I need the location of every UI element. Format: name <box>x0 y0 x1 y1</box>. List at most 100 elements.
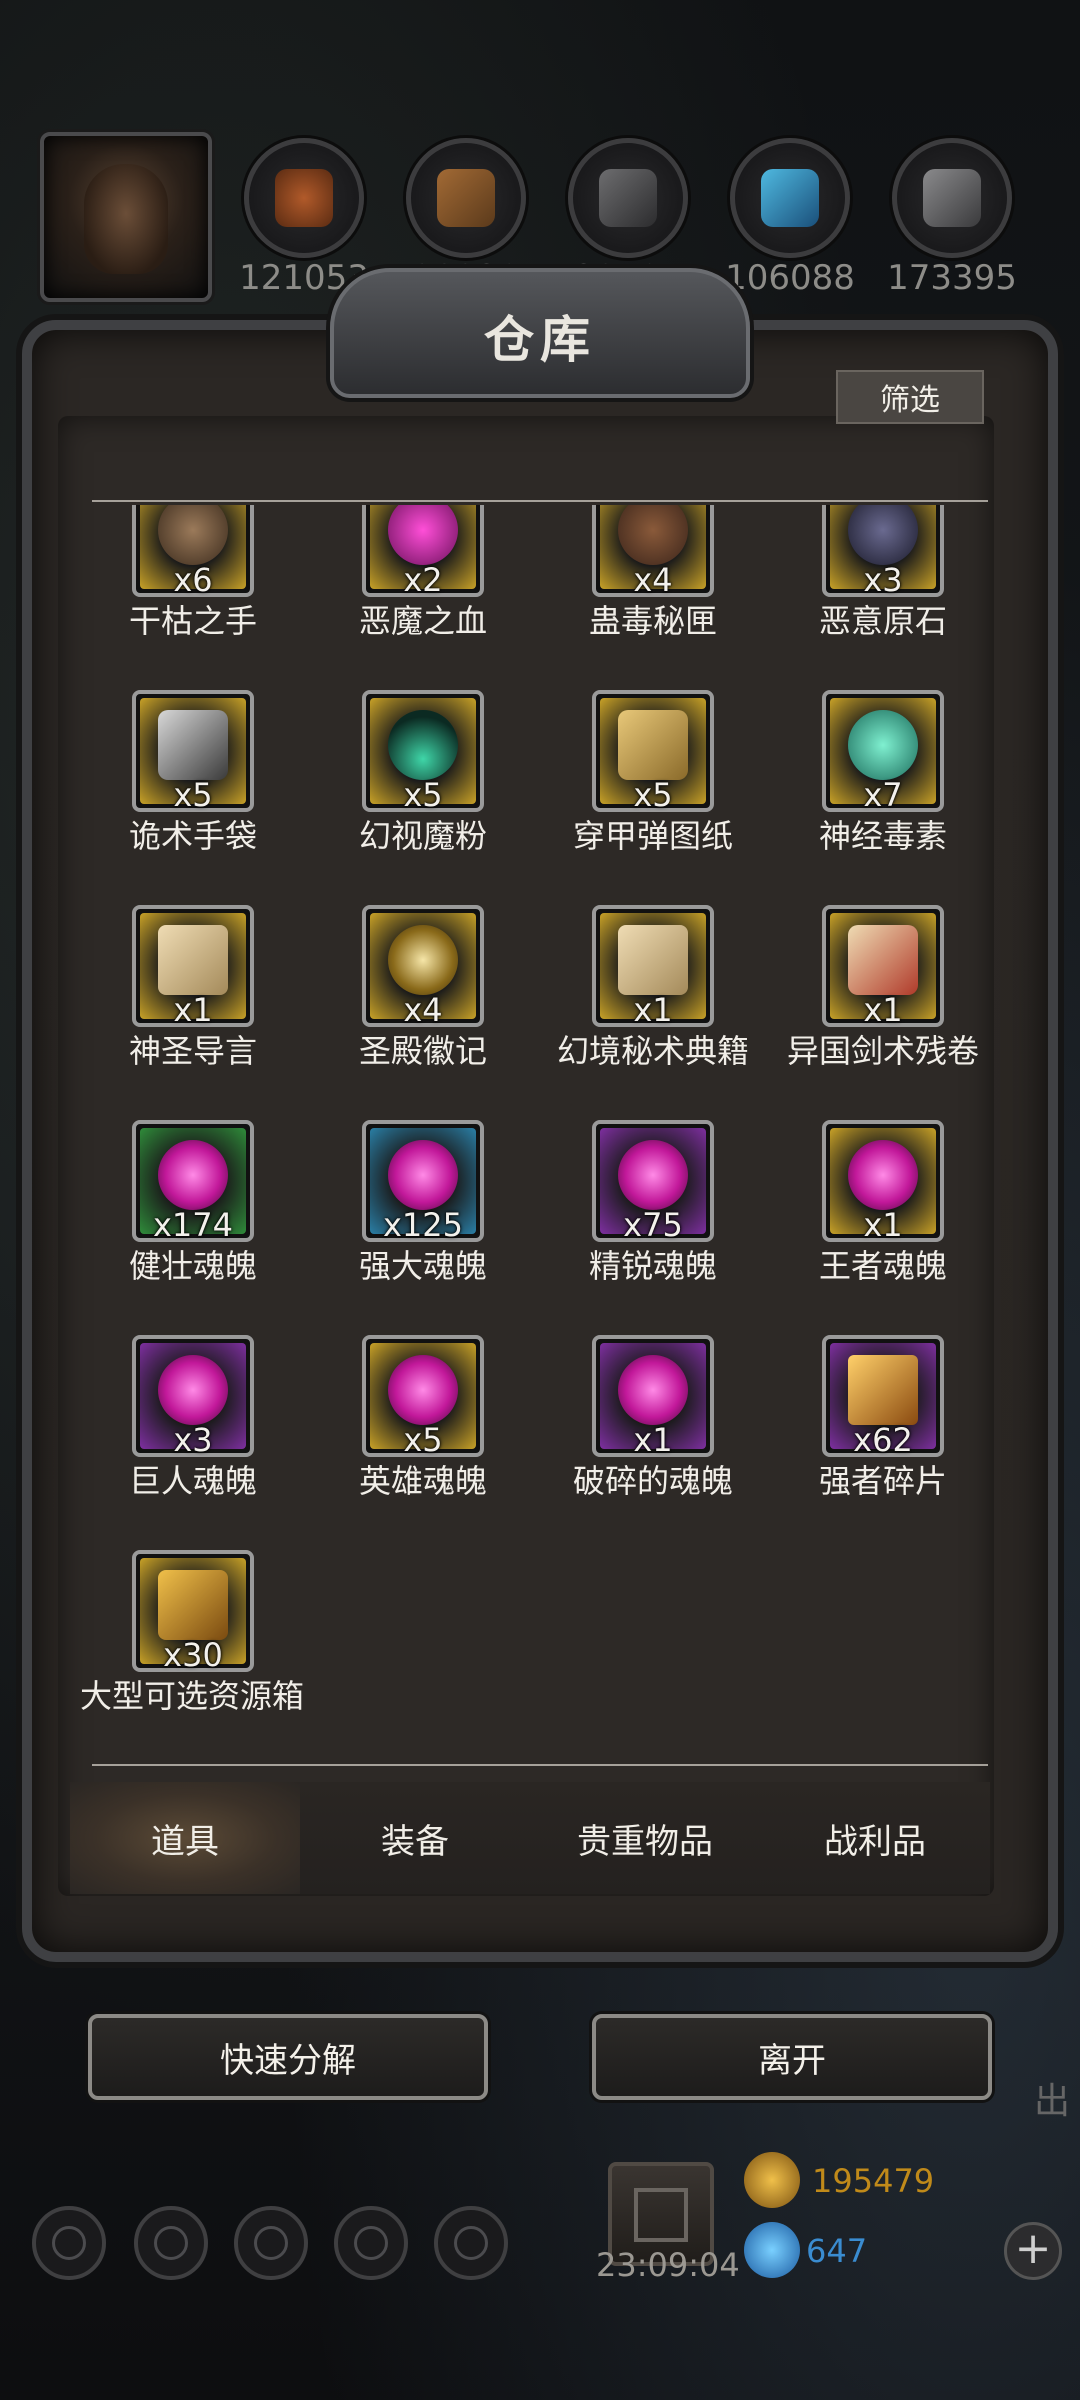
guild-icon[interactable] <box>234 2206 308 2280</box>
filter-button[interactable]: 筛选 <box>836 370 984 424</box>
item-cell[interactable]: x1 神圣导言 <box>80 905 280 1105</box>
item-cell[interactable]: x1 异国剑术残卷 <box>770 905 979 1105</box>
item-count: x3 <box>173 1421 213 1459</box>
item-name: 神圣导言 <box>128 1032 257 1070</box>
item-cell[interactable]: x62 强者碎片 <box>770 1335 970 1535</box>
item-slot: x174 <box>132 1120 254 1244</box>
plank-icon <box>406 138 526 258</box>
sword-scroll-icon <box>848 925 918 995</box>
soul-orb-icon <box>388 1140 458 1210</box>
item-count: x5 <box>403 776 443 814</box>
item-count: x75 <box>623 1206 683 1244</box>
item-slot: x3 <box>132 1335 254 1459</box>
item-count: x5 <box>173 776 213 814</box>
item-count: x4 <box>633 561 673 599</box>
shard-icon <box>848 1355 918 1425</box>
holy-page-icon <box>158 925 228 995</box>
item-grid: x6 干枯之手 x2 恶魔之血 x4 蛊毒秘匣 x3 恶意原石 x5 诡术手袋 … <box>80 505 1010 1760</box>
item-slot: x62 <box>822 1335 944 1459</box>
gem-amount: 647 <box>806 2232 868 2270</box>
mail-icon[interactable] <box>334 2206 408 2280</box>
treasure-chest-icon <box>158 1570 228 1640</box>
item-name: 英雄魂魄 <box>358 1462 487 1500</box>
item-name: 王者魂魄 <box>818 1247 947 1285</box>
item-name: 幻境秘术典籍 <box>556 1032 749 1070</box>
item-slot: x3 <box>822 505 944 599</box>
crystal-icon <box>730 138 850 258</box>
item-slot: x1 <box>592 905 714 1029</box>
leave-button[interactable]: 离开 <box>592 2014 992 2100</box>
soul-orb-icon <box>848 1140 918 1210</box>
tab-valuables[interactable]: 贵重物品 <box>530 1782 760 1894</box>
item-cell[interactable]: x6 干枯之手 <box>80 505 280 675</box>
item-count: x1 <box>863 991 903 1029</box>
item-slot: x1 <box>592 1335 714 1459</box>
item-cell[interactable]: x30 大型可选资源箱 <box>80 1550 304 1760</box>
item-count: x3 <box>863 561 903 599</box>
item-count: x4 <box>403 991 443 1029</box>
player-avatar[interactable] <box>40 132 212 302</box>
item-slot: x1 <box>132 905 254 1029</box>
soul-orb-icon <box>158 1355 228 1425</box>
item-cell[interactable]: x5 英雄魂魄 <box>310 1335 510 1535</box>
soul-orb-icon <box>618 1355 688 1425</box>
magic-powder-icon <box>388 710 458 780</box>
shop-icon[interactable] <box>434 2206 508 2280</box>
tab-loot[interactable]: 战利品 <box>760 1782 990 1894</box>
item-cell[interactable]: x5 诡术手袋 <box>80 690 280 890</box>
wood-log-icon <box>244 138 364 258</box>
settings-icon[interactable] <box>32 2206 106 2280</box>
item-count: x6 <box>173 561 213 599</box>
temple-emblem-icon <box>388 925 458 995</box>
item-count: x2 <box>403 561 443 599</box>
blueprint-scroll-icon <box>618 710 688 780</box>
item-cell[interactable]: x125 强大魂魄 <box>310 1120 510 1320</box>
item-slot: x75 <box>592 1120 714 1244</box>
iron-ingot-icon <box>568 138 688 258</box>
item-name: 恶魔之血 <box>358 602 487 640</box>
tab-equipment[interactable]: 装备 <box>300 1782 530 1894</box>
item-cell[interactable]: x3 恶意原石 <box>770 505 970 675</box>
item-cell[interactable]: x4 圣殿徽记 <box>310 905 510 1105</box>
item-cell[interactable]: x4 蛊毒秘匣 <box>540 505 740 675</box>
event-timer: 23:09:04 <box>596 2246 740 2284</box>
item-name: 干枯之手 <box>128 602 257 640</box>
item-cell[interactable]: x1 王者魂魄 <box>770 1120 970 1320</box>
item-count: x5 <box>633 776 673 814</box>
item-slot: x5 <box>362 1335 484 1459</box>
item-cell[interactable]: x7 神经毒素 <box>770 690 970 890</box>
item-name: 圣殿徽记 <box>358 1032 487 1070</box>
item-slot: x125 <box>362 1120 484 1244</box>
item-count: x174 <box>152 1206 233 1244</box>
item-slot: x1 <box>822 905 944 1029</box>
gold-amount: 195479 <box>812 2162 935 2200</box>
item-cell[interactable]: x5 幻视魔粉 <box>310 690 510 890</box>
item-cell[interactable]: x1 幻境秘术典籍 <box>540 905 749 1105</box>
panel-title: 仓库 <box>484 311 596 369</box>
item-count: x30 <box>163 1636 223 1674</box>
item-name: 诡术手袋 <box>128 817 257 855</box>
item-count: x1 <box>173 991 213 1029</box>
steel-value: 173395 <box>887 258 1017 298</box>
gem-icon <box>744 2222 800 2278</box>
item-cell[interactable]: x75 精锐魂魄 <box>540 1120 740 1320</box>
tab-items[interactable]: 道具 <box>70 1782 300 1894</box>
item-count: x1 <box>863 1206 903 1244</box>
item-cell[interactable]: x3 巨人魂魄 <box>80 1335 280 1535</box>
item-slot: x30 <box>132 1550 254 1674</box>
neurotoxin-icon <box>848 710 918 780</box>
quick-decompose-button[interactable]: 快速分解 <box>88 2014 488 2100</box>
add-currency-icon[interactable]: + <box>1004 2222 1062 2280</box>
item-name: 幻视魔粉 <box>358 817 487 855</box>
item-count: x62 <box>853 1421 913 1459</box>
item-cell[interactable]: x1 破碎的魂魄 <box>540 1335 740 1535</box>
item-cell[interactable]: x2 恶魔之血 <box>310 505 510 675</box>
item-cell[interactable]: x5 穿甲弹图纸 <box>540 690 740 890</box>
item-name: 神经毒素 <box>818 817 947 855</box>
soul-orb-icon <box>618 1140 688 1210</box>
divider-top <box>92 500 988 502</box>
item-slot: x5 <box>132 690 254 814</box>
arcane-book-icon <box>618 925 688 995</box>
achievement-icon[interactable] <box>134 2206 208 2280</box>
item-cell[interactable]: x174 健壮魂魄 <box>80 1120 280 1320</box>
